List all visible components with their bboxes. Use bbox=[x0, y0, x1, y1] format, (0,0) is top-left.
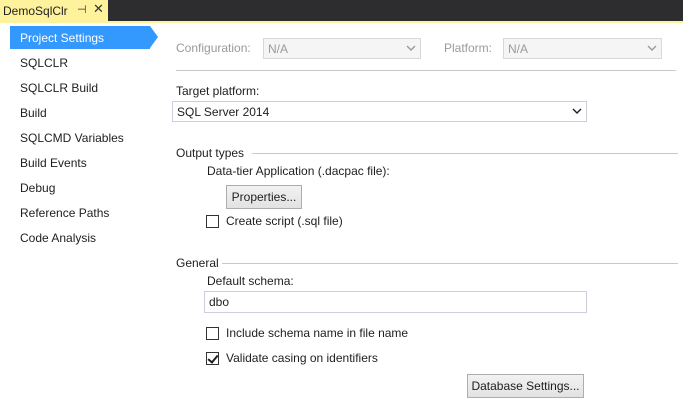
sidebar-item-reference-paths[interactable]: Reference Paths bbox=[10, 201, 150, 224]
configuration-select[interactable]: N/A bbox=[263, 38, 421, 59]
properties-button[interactable]: Properties... bbox=[226, 185, 302, 209]
platform-label: Platform: bbox=[444, 41, 493, 55]
general-header: General bbox=[176, 256, 219, 270]
platform-select[interactable]: N/A bbox=[503, 38, 662, 59]
create-script-label: Create script (.sql file) bbox=[226, 214, 343, 228]
document-tab-strip: DemoSqlClr ⊣ ✕ bbox=[0, 0, 683, 21]
dacpac-label: Data-tier Application (.dacpac file): bbox=[207, 164, 390, 178]
include-schema-option[interactable]: Include schema name in file name bbox=[206, 326, 408, 340]
default-schema-label: Default schema: bbox=[207, 274, 294, 288]
sidebar-item-code-analysis[interactable]: Code Analysis bbox=[10, 226, 150, 249]
include-schema-checkbox[interactable] bbox=[206, 326, 219, 340]
sidebar-item-sqlclr-build[interactable]: SQLCLR Build bbox=[10, 76, 150, 99]
include-schema-label: Include schema name in file name bbox=[226, 326, 409, 340]
settings-sidebar: Project Settings SQLCLR SQLCLR Build Bui… bbox=[0, 23, 160, 408]
pin-icon[interactable]: ⊣ bbox=[77, 3, 87, 16]
output-types-header: Output types bbox=[176, 146, 245, 160]
group-divider bbox=[252, 153, 678, 154]
sidebar-item-build[interactable]: Build bbox=[10, 101, 150, 124]
validate-casing-label: Validate casing on identifiers bbox=[226, 351, 378, 365]
validate-casing-checkbox[interactable] bbox=[206, 351, 219, 365]
target-platform-value: SQL Server 2014 bbox=[177, 104, 270, 119]
close-icon[interactable]: ✕ bbox=[93, 1, 104, 17]
target-platform-label: Target platform: bbox=[176, 84, 260, 98]
sidebar-item-sqlcmd-variables[interactable]: SQLCMD Variables bbox=[10, 126, 150, 149]
tab-title: DemoSqlClr bbox=[3, 3, 68, 18]
create-script-option[interactable]: Create script (.sql file) bbox=[206, 214, 343, 228]
sidebar-item-build-events[interactable]: Build Events bbox=[10, 151, 150, 174]
configuration-label: Configuration: bbox=[176, 41, 251, 55]
group-divider bbox=[222, 263, 678, 264]
sidebar-item-debug[interactable]: Debug bbox=[10, 176, 150, 199]
chevron-down-icon bbox=[647, 45, 657, 51]
tab-demosqlclr[interactable]: DemoSqlClr ⊣ ✕ bbox=[0, 0, 108, 21]
database-settings-button[interactable]: Database Settings... bbox=[467, 374, 584, 398]
create-script-checkbox[interactable] bbox=[206, 214, 219, 228]
configuration-value: N/A bbox=[268, 41, 289, 56]
validate-casing-option[interactable]: Validate casing on identifiers bbox=[206, 351, 378, 365]
sidebar-item-sqlclr[interactable]: SQLCLR bbox=[10, 51, 150, 74]
chevron-down-icon bbox=[406, 45, 416, 51]
target-platform-select[interactable]: SQL Server 2014 bbox=[172, 101, 587, 122]
separator bbox=[176, 70, 676, 71]
chevron-down-icon bbox=[572, 108, 582, 114]
sidebar-item-project-settings[interactable]: Project Settings bbox=[10, 26, 158, 49]
default-schema-input[interactable]: dbo bbox=[204, 291, 587, 313]
platform-value: N/A bbox=[508, 41, 529, 56]
default-schema-value: dbo bbox=[209, 295, 230, 309]
